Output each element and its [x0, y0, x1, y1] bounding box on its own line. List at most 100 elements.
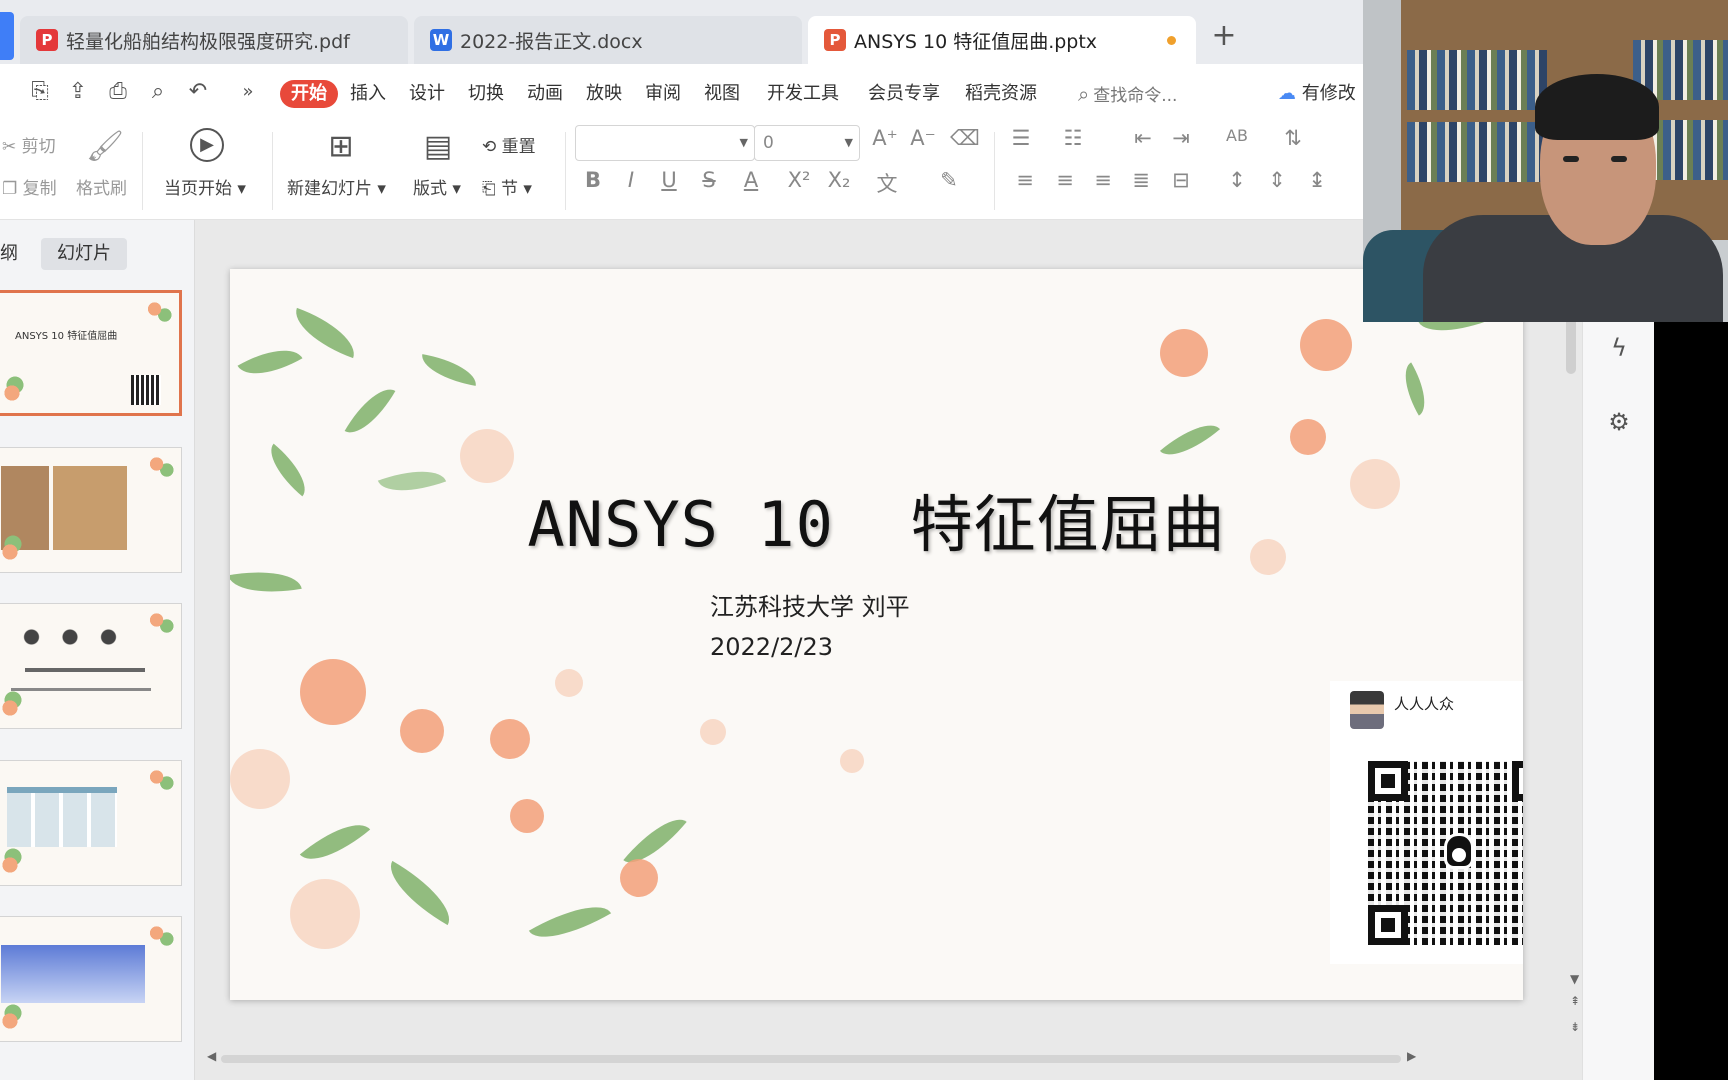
avatar: [1350, 691, 1384, 729]
flower-decoration: [230, 749, 290, 809]
decrease-indent-icon[interactable]: ⇤: [1128, 126, 1158, 150]
home-tab-accent[interactable]: [0, 12, 14, 60]
menu-animation[interactable]: 动画: [527, 80, 563, 108]
column-spacing-icon[interactable]: ↨: [1302, 168, 1332, 192]
layout-button[interactable]: 版式 ▾: [413, 174, 461, 199]
tab-pptx[interactable]: P ANSYS 10 特征值屈曲.pptx: [808, 16, 1196, 64]
slide-thumbnail[interactable]: [0, 916, 182, 1042]
new-tab-button[interactable]: +: [1208, 20, 1240, 52]
superscript-icon[interactable]: X²: [784, 168, 814, 192]
flower-decoration: [0, 373, 27, 413]
flower-decoration: [840, 749, 864, 773]
highlight-icon[interactable]: ✎: [934, 168, 964, 192]
layout-icon: ▤: [423, 129, 453, 164]
text-effect-icon[interactable]: AB: [1222, 126, 1252, 145]
flower-decoration: [400, 709, 444, 753]
align-right-icon[interactable]: ≡: [1088, 168, 1118, 192]
distribute-icon[interactable]: ⊟: [1166, 168, 1196, 192]
section-button[interactable]: ⎗ 节 ▾: [482, 174, 532, 199]
reset-icon: ⟲: [482, 137, 497, 157]
print-icon[interactable]: ⎙: [104, 78, 132, 106]
phonetic-guide-icon[interactable]: 文: [872, 168, 902, 198]
print-preview-icon[interactable]: ⌕: [144, 78, 172, 106]
tab-docx[interactable]: W 2022-报告正文.docx: [414, 16, 802, 64]
cut-button[interactable]: ✂ 剪切: [2, 132, 56, 157]
slide-title[interactable]: ANSYS 10 特征值屈曲: [230, 474, 1523, 564]
numbering-icon[interactable]: ☷: [1058, 126, 1088, 150]
align-center-icon[interactable]: ≡: [1050, 168, 1080, 192]
flower-decoration: [1160, 329, 1208, 377]
sort-icon[interactable]: ⇅: [1278, 126, 1308, 150]
right-tool-panel: ϟ ⚙: [1582, 322, 1654, 1080]
copy-button[interactable]: ❐ 复制: [2, 174, 57, 199]
font-name-select[interactable]: ▼: [575, 125, 755, 161]
paragraph-spacing-icon[interactable]: ⇕: [1262, 168, 1292, 192]
settings-sliders-icon[interactable]: ⚙: [1605, 408, 1633, 436]
italic-icon[interactable]: I: [616, 168, 646, 192]
menu-member[interactable]: 会员专享: [868, 80, 940, 108]
slide-thumbnail[interactable]: [0, 447, 182, 573]
tab-label: 2022-报告正文.docx: [460, 30, 643, 53]
clear-format-icon[interactable]: ⌫: [950, 126, 980, 150]
menu-slideshow[interactable]: 放映: [586, 80, 622, 108]
format-painter-button[interactable]: 格式刷: [76, 174, 127, 199]
increase-font-icon[interactable]: A⁺: [870, 126, 900, 150]
play-from-current-button[interactable]: 当页开始 ▾: [164, 174, 246, 199]
menu-insert[interactable]: 插入: [350, 80, 386, 108]
menu-docer[interactable]: 稻壳资源: [965, 80, 1037, 108]
font-size-select[interactable]: 0 ▼: [754, 125, 860, 161]
command-search[interactable]: ⌕ 查找命令...: [1078, 80, 1177, 110]
align-left-icon[interactable]: ≡: [1010, 168, 1040, 192]
tab-slides[interactable]: 幻灯片: [41, 238, 127, 270]
date-line[interactable]: 2022/2/23: [710, 633, 833, 661]
menu-review[interactable]: 审阅: [645, 80, 681, 108]
justify-icon[interactable]: ≣: [1126, 168, 1156, 192]
reset-button[interactable]: ⟲ 重置: [482, 132, 536, 157]
export-pdf-icon[interactable]: ⇪: [64, 78, 92, 106]
underline-icon[interactable]: U: [654, 168, 684, 192]
prev-slide-icon[interactable]: ⇞: [1570, 994, 1580, 1008]
horizontal-scrollbar[interactable]: ◀ ▶: [207, 1049, 1427, 1067]
copy-label: 复制: [22, 179, 57, 199]
decrease-font-icon[interactable]: A⁻: [908, 126, 938, 150]
tab-pdf[interactable]: P 轻量化船舶结构极限强度研究.pdf: [20, 16, 408, 64]
more-quick-access-button[interactable]: »: [234, 78, 262, 106]
scroll-down-arrow-icon[interactable]: ▼: [1570, 972, 1579, 986]
slide[interactable]: ANSYS 10 特征值屈曲 江苏科技大学 刘平 2022/2/23 人人人众: [230, 269, 1523, 1000]
font-color-icon[interactable]: A: [736, 168, 766, 192]
flower-decoration: [143, 765, 177, 795]
scroll-right-arrow-icon[interactable]: ▶: [1407, 1049, 1416, 1063]
subscript-icon[interactable]: X₂: [824, 168, 854, 192]
author-line[interactable]: 江苏科技大学 刘平: [710, 587, 910, 622]
menu-developer[interactable]: 开发工具: [767, 80, 839, 108]
bullets-icon[interactable]: ☰: [1006, 126, 1036, 150]
save-icon[interactable]: ⎘: [26, 78, 54, 106]
new-slide-button[interactable]: 新建幻灯片 ▾: [287, 174, 386, 199]
tab-outline[interactable]: 纲: [0, 238, 18, 270]
qr-code-thumbnail: [131, 375, 161, 405]
menu-home[interactable]: 开始: [280, 80, 338, 108]
menu-design[interactable]: 设计: [409, 80, 445, 108]
strikethrough-icon[interactable]: S: [694, 168, 724, 192]
qq-qr-card[interactable]: 人人人众: [1330, 681, 1523, 964]
bold-icon[interactable]: B: [578, 168, 608, 192]
slide-thumbnail[interactable]: ANSYS 10 特征值屈曲: [0, 290, 182, 416]
slide-thumbnail[interactable]: [0, 760, 182, 886]
menu-transition[interactable]: 切换: [468, 80, 504, 108]
flower-decoration: [490, 719, 530, 759]
menu-view[interactable]: 视图: [704, 80, 740, 108]
smart-tool-icon[interactable]: ϟ: [1605, 334, 1633, 362]
undo-icon[interactable]: ↶: [184, 78, 212, 106]
slide-thumbnail[interactable]: [0, 603, 182, 729]
pdf-icon: P: [36, 29, 58, 51]
horizontal-scrollbar-thumb[interactable]: [221, 1055, 1401, 1063]
line-spacing-icon[interactable]: ↕: [1222, 168, 1252, 192]
scroll-left-arrow-icon[interactable]: ◀: [207, 1049, 216, 1063]
next-slide-icon[interactable]: ⇟: [1570, 1020, 1580, 1034]
increase-indent-icon[interactable]: ⇥: [1166, 126, 1196, 150]
leaf-decoration: [418, 354, 480, 386]
ribbon-toolbar: ✂ 剪切 ❐ 复制 🖌 格式刷 ▶ 当页开始 ▾ ⊞ 新建幻灯片 ▾ ▤ 版式 …: [0, 122, 1363, 220]
webcam-books: [1407, 122, 1547, 182]
flower-decoration: [1290, 419, 1326, 455]
cloud-sync-status[interactable]: ☁ 有修改: [1278, 80, 1356, 108]
